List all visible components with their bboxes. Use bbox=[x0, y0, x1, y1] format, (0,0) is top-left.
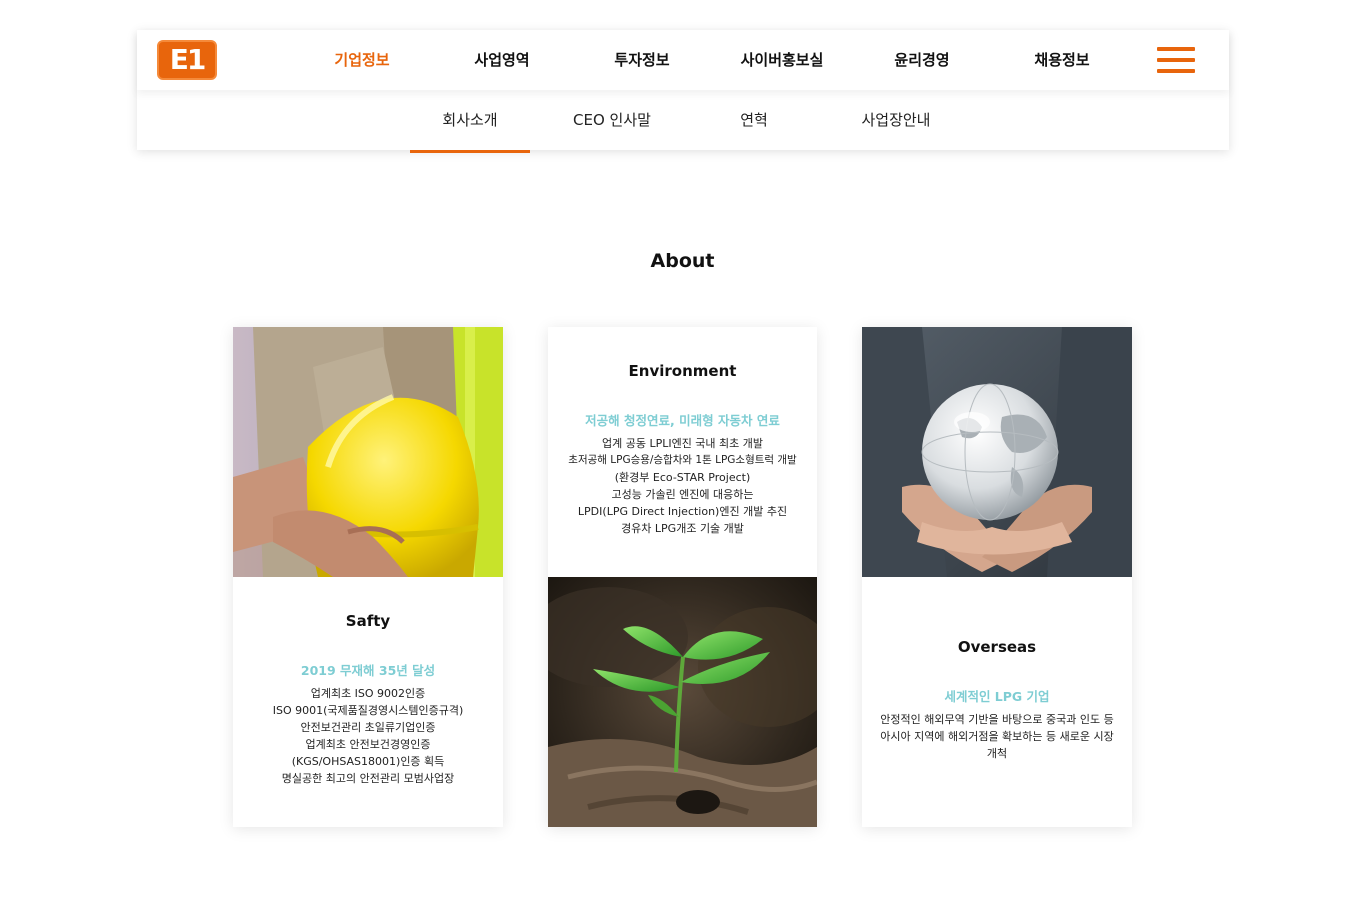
card-subtitle: 저공해 청정연료, 미래형 자동차 연료 bbox=[585, 413, 780, 428]
sub-navigation: 회사소개 CEO 인사말 연혁 사업장안내 bbox=[137, 90, 1229, 153]
gnb-item-investment[interactable]: 투자정보 bbox=[572, 30, 712, 90]
gnb-item-company-info[interactable]: 기업정보 bbox=[292, 30, 432, 90]
card-title: Safty bbox=[345, 612, 391, 630]
desc-line: (KGS/OHSAS18001)인증 획득 bbox=[291, 755, 445, 768]
desc-line: 업계 공동 LPLI엔진 국내 최초 개발 bbox=[601, 437, 764, 450]
desc-line: 초저공해 LPG승용/승합차와 1톤 LPG소형트럭 개발 bbox=[568, 454, 797, 466]
desc-line: LPDI(LPG Direct Injection)엔진 개발 추진 bbox=[577, 505, 788, 518]
desc-line: 안전보건관리 초일류기업인증 bbox=[300, 721, 436, 734]
card-description: 업계 공동 LPLI엔진 국내 최초 개발 초저공해 LPG승용/승합차와 1톤… bbox=[548, 435, 817, 537]
gnb-item-recruit[interactable]: 채용정보 bbox=[992, 30, 1132, 90]
subnav-item-ceo-greeting[interactable]: CEO 인사말 bbox=[552, 90, 672, 150]
desc-line: 경유차 LPG개조 기술 개발 bbox=[621, 522, 744, 535]
subnav-item-company-intro[interactable]: 회사소개 bbox=[410, 90, 530, 153]
card-title: Environment bbox=[628, 362, 737, 380]
card-title: Overseas bbox=[957, 638, 1037, 656]
safety-text: Safty 2019 무재해 35년 달성 업계최초 ISO 9002인증 IS… bbox=[233, 577, 503, 827]
card-description: 업계최초 ISO 9002인증 ISO 9001(국제품질경영시스템인증규격) … bbox=[233, 685, 503, 787]
card-subtitle: 2019 무재해 35년 달성 bbox=[300, 663, 436, 678]
e1-logo[interactable]: E1 bbox=[157, 40, 217, 80]
top-navigation-bar: E1 기업정보 사업영역 투자정보 사이버홍보실 윤리경영 채용정보 bbox=[137, 30, 1229, 90]
desc-line: ISO 9001(국제품질경영시스템인증규격) bbox=[272, 704, 464, 717]
card-safety: Safty 2019 무재해 35년 달성 업계최초 ISO 9002인증 IS… bbox=[233, 327, 503, 827]
environment-text: Environment 저공해 청정연료, 미래형 자동차 연료 업계 공동 L… bbox=[548, 327, 817, 577]
card-subtitle: 세계적인 LPG 기업 bbox=[944, 689, 1050, 704]
section-title: About bbox=[650, 250, 715, 272]
card-description: 안정적인 해외무역 기반을 바탕으로 중국과 인도 등 아시아 지역에 해외거점… bbox=[862, 711, 1132, 762]
logo-text: E1 bbox=[169, 43, 207, 76]
desc-line: 명실공한 최고의 안전관리 모범사업장 bbox=[281, 772, 455, 785]
desc-line: (환경부 Eco-STAR Project) bbox=[614, 471, 751, 484]
desc-line: 고성능 가솔린 엔진에 대응하는 bbox=[611, 488, 754, 501]
card-environment: Environment 저공해 청정연료, 미래형 자동차 연료 업계 공동 L… bbox=[548, 327, 817, 827]
sprout-image bbox=[548, 577, 817, 827]
desc-line: 업계최초 ISO 9002인증 bbox=[310, 687, 426, 700]
gnb-item-business[interactable]: 사업영역 bbox=[432, 30, 572, 90]
desc-line: 안정적인 해외무역 기반을 바탕으로 중국과 인도 등 아시아 지역에 해외거점… bbox=[880, 713, 1114, 760]
site-header: E1 기업정보 사업영역 투자정보 사이버홍보실 윤리경영 채용정보 회사소개 … bbox=[137, 30, 1229, 153]
globe-in-hands-image bbox=[862, 327, 1132, 577]
card-overseas: Overseas 세계적인 LPG 기업 안정적인 해외무역 기반을 바탕으로 … bbox=[862, 327, 1132, 827]
desc-line: 업계최초 안전보건경영인증 bbox=[305, 738, 431, 751]
hamburger-menu-icon[interactable] bbox=[1157, 47, 1195, 73]
subnav-item-locations[interactable]: 사업장안내 bbox=[836, 90, 956, 150]
helmet-worker-image bbox=[233, 327, 503, 577]
gnb-item-ethics[interactable]: 윤리경영 bbox=[852, 30, 992, 90]
gnb-item-pr-room[interactable]: 사이버홍보실 bbox=[712, 30, 852, 90]
subnav-item-history[interactable]: 연혁 bbox=[694, 90, 814, 150]
overseas-text: Overseas 세계적인 LPG 기업 안정적인 해외무역 기반을 바탕으로 … bbox=[862, 577, 1132, 827]
